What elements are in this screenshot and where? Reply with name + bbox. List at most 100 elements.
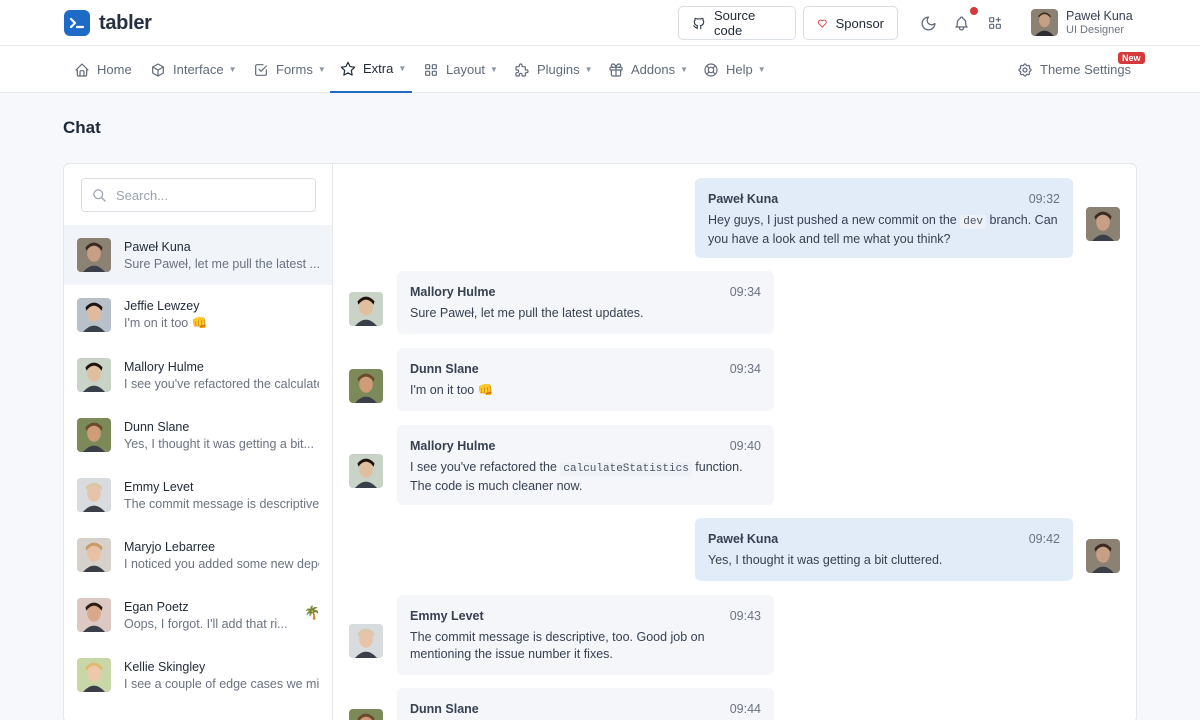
chevron-down-icon: ▼ — [757, 65, 766, 74]
message-text: I'm on it too 👊 — [410, 383, 494, 397]
contact-preview: I noticed you added some new dependencie… — [124, 556, 319, 571]
message-list: Paweł Kuna 09:32 Hey guys, I just pushed a… — [333, 164, 1136, 720]
nav-help-label: Help — [726, 62, 753, 77]
contact-item[interactable]: Jeffie Lewzey I'm on it too 👊 — [64, 285, 332, 345]
own-message-bubble: Paweł Kuna 09:42 Yes, I thought it was get… — [695, 518, 1073, 581]
message-author: Emmy Levet — [410, 609, 484, 623]
nav-help[interactable]: Help ▼ — [703, 46, 766, 93]
search-input[interactable]: Search... — [81, 178, 316, 212]
contact-item[interactable]: Dunn Slane Yes, I thought it was getting … — [64, 405, 332, 465]
message-header: Mallory Hulme 09:40 — [410, 439, 761, 453]
inline-code: calculateStatistics — [560, 462, 692, 476]
message-text: Yes, I thought it was getting a bit clut… — [708, 553, 943, 567]
contact-item[interactable]: Kellie Skingley I see a couple of edge ca… — [64, 645, 332, 705]
message-header: Dunn Slane 09:44 — [410, 702, 761, 716]
sponsor-label: Sponsor — [835, 15, 884, 31]
chevron-down-icon: ▼ — [317, 65, 326, 74]
contact-name: Paweł Kuna — [124, 239, 191, 254]
gift-icon — [609, 62, 623, 77]
contact-name: Jeffie Lewzey — [124, 299, 200, 313]
user-role: UI Designer — [1066, 24, 1125, 36]
message-text: Sure Paweł, let me pull the latest updat… — [410, 306, 644, 320]
sponsor-button[interactable]: Sponsor — [803, 6, 898, 40]
user-menu[interactable]: Paweł Kuna UI Designer — [1031, 9, 1133, 36]
avatar — [77, 298, 111, 332]
message-time: 09:44 — [729, 702, 761, 716]
nav-forms[interactable]: Forms ▼ — [253, 46, 326, 93]
settings-icon — [1018, 62, 1032, 77]
message-time: 09:40 — [729, 439, 761, 453]
message-author: Mallory Hulme — [410, 439, 496, 453]
message-bubble: Dunn Slane 09:34 I'm on it too 👊 — [397, 348, 774, 411]
theme-settings-button[interactable]: Theme Settings — [1017, 46, 1131, 93]
apps-button[interactable] — [986, 14, 1004, 32]
brand-logo[interactable]: tabler — [64, 10, 152, 36]
chevron-down-icon: ▼ — [398, 64, 407, 73]
avatar — [77, 358, 111, 392]
github-icon — [693, 17, 705, 29]
avatar — [77, 658, 111, 692]
new-badge: New — [1118, 52, 1145, 64]
message-bubble: Mallory Hulme 09:40 I see you've refactore… — [397, 425, 774, 505]
message-text: I see you've refactored the calculateSta… — [410, 459, 761, 495]
contact-item[interactable]: Maryjo Lebarree I noticed you added some … — [64, 525, 332, 585]
nav-home-label: Home — [97, 62, 132, 77]
contact-info: Maryjo Lebarree I noticed you added some … — [124, 540, 319, 571]
nav-home[interactable]: Home — [74, 46, 132, 93]
avatar — [349, 709, 383, 720]
bell-icon — [954, 16, 968, 30]
message-bubble: Dunn Slane 09:44 — [397, 688, 774, 720]
nav-plugins-label: Plugins — [537, 62, 580, 77]
contact-item[interactable]: Mallory Hulme I see you've refactored the… — [64, 345, 332, 405]
notifications-button[interactable] — [952, 14, 970, 32]
theme-settings-label: Theme Settings — [1040, 62, 1132, 77]
nav-interface[interactable]: Interface ▼ — [150, 46, 237, 93]
nav-forms-label: Forms — [276, 62, 313, 77]
contact-preview: The commit message is descriptive, too. … — [124, 496, 319, 511]
message-time: 09:34 — [729, 362, 761, 376]
contact-item[interactable]: Egan Poetz Oops, I forgot. I'll add that … — [64, 585, 332, 645]
contact-name: Emmy Levet — [124, 479, 194, 494]
tabler-logo-icon — [64, 10, 90, 36]
contact-preview: I'm on it too 👊 — [124, 316, 208, 330]
contact-item[interactable]: Emmy Levet The commit message is descript… — [64, 465, 332, 525]
message-bubble: Emmy Levet 09:43 The commit message is des… — [397, 595, 774, 675]
message-header: Paweł Kuna 09:32 — [708, 192, 1060, 206]
nav-plugins[interactable]: Plugins ▼ — [514, 46, 593, 93]
nav-addons[interactable]: Addons ▼ — [608, 46, 688, 93]
nav-layout[interactable]: Layout ▼ — [423, 46, 498, 93]
message-text-part: Hey guys, I just pushed a new commit on … — [708, 213, 961, 227]
message-text-part: I see you've refactored the — [410, 460, 561, 474]
nav-addons-label: Addons — [631, 62, 676, 77]
message-time: 09:32 — [1028, 192, 1060, 206]
package-icon — [152, 62, 164, 77]
contact-info: Dunn Slane Yes, I thought it was getting … — [124, 420, 319, 451]
contact-preview: Oops, I forgot. I'll add that ri... — [124, 616, 288, 631]
brand-name: tabler — [99, 11, 152, 34]
apps-grid-icon — [989, 17, 1001, 29]
avatar — [349, 369, 383, 403]
layout-icon — [425, 63, 437, 76]
message-header: Paweł Kuna 09:42 — [708, 532, 1060, 546]
chevron-down-icon: ▼ — [490, 65, 498, 74]
chat-card: Search... Paweł Kuna Sure Paweł, let me p… — [63, 163, 1137, 720]
contact-item[interactable]: Paweł Kuna Sure Paweł, let me pull the la… — [64, 225, 332, 285]
message-author: Paweł Kuna — [708, 192, 779, 206]
message-time: 09:34 — [729, 285, 761, 299]
message-header: Emmy Levet 09:43 — [410, 609, 761, 623]
notification-dot — [970, 7, 978, 15]
main-nav: Home Interface ▼ Forms ▼ Extra ▼ Layout ▼ Pl… — [0, 46, 1200, 93]
nav-extra[interactable]: Extra ▼ — [330, 46, 412, 93]
source-code-button[interactable]: Source code — [678, 6, 796, 40]
dark-mode-toggle[interactable] — [919, 14, 937, 32]
own-message-bubble: Paweł Kuna 09:32 Hey guys, I just pushed a… — [695, 178, 1073, 258]
contact-preview: Yes, I thought it was getting a bit... — [124, 436, 314, 451]
avatar — [1086, 207, 1120, 241]
message-bubble: Mallory Hulme 09:34 Sure Paweł, let me pul… — [397, 271, 774, 334]
contact-name: Dunn Slane — [124, 419, 190, 434]
contact-name: Maryjo Lebarree — [124, 539, 216, 554]
chevron-down-icon: ▼ — [228, 65, 237, 74]
avatar — [349, 624, 383, 658]
page-title: Chat — [63, 118, 101, 137]
avatar — [1086, 539, 1120, 573]
